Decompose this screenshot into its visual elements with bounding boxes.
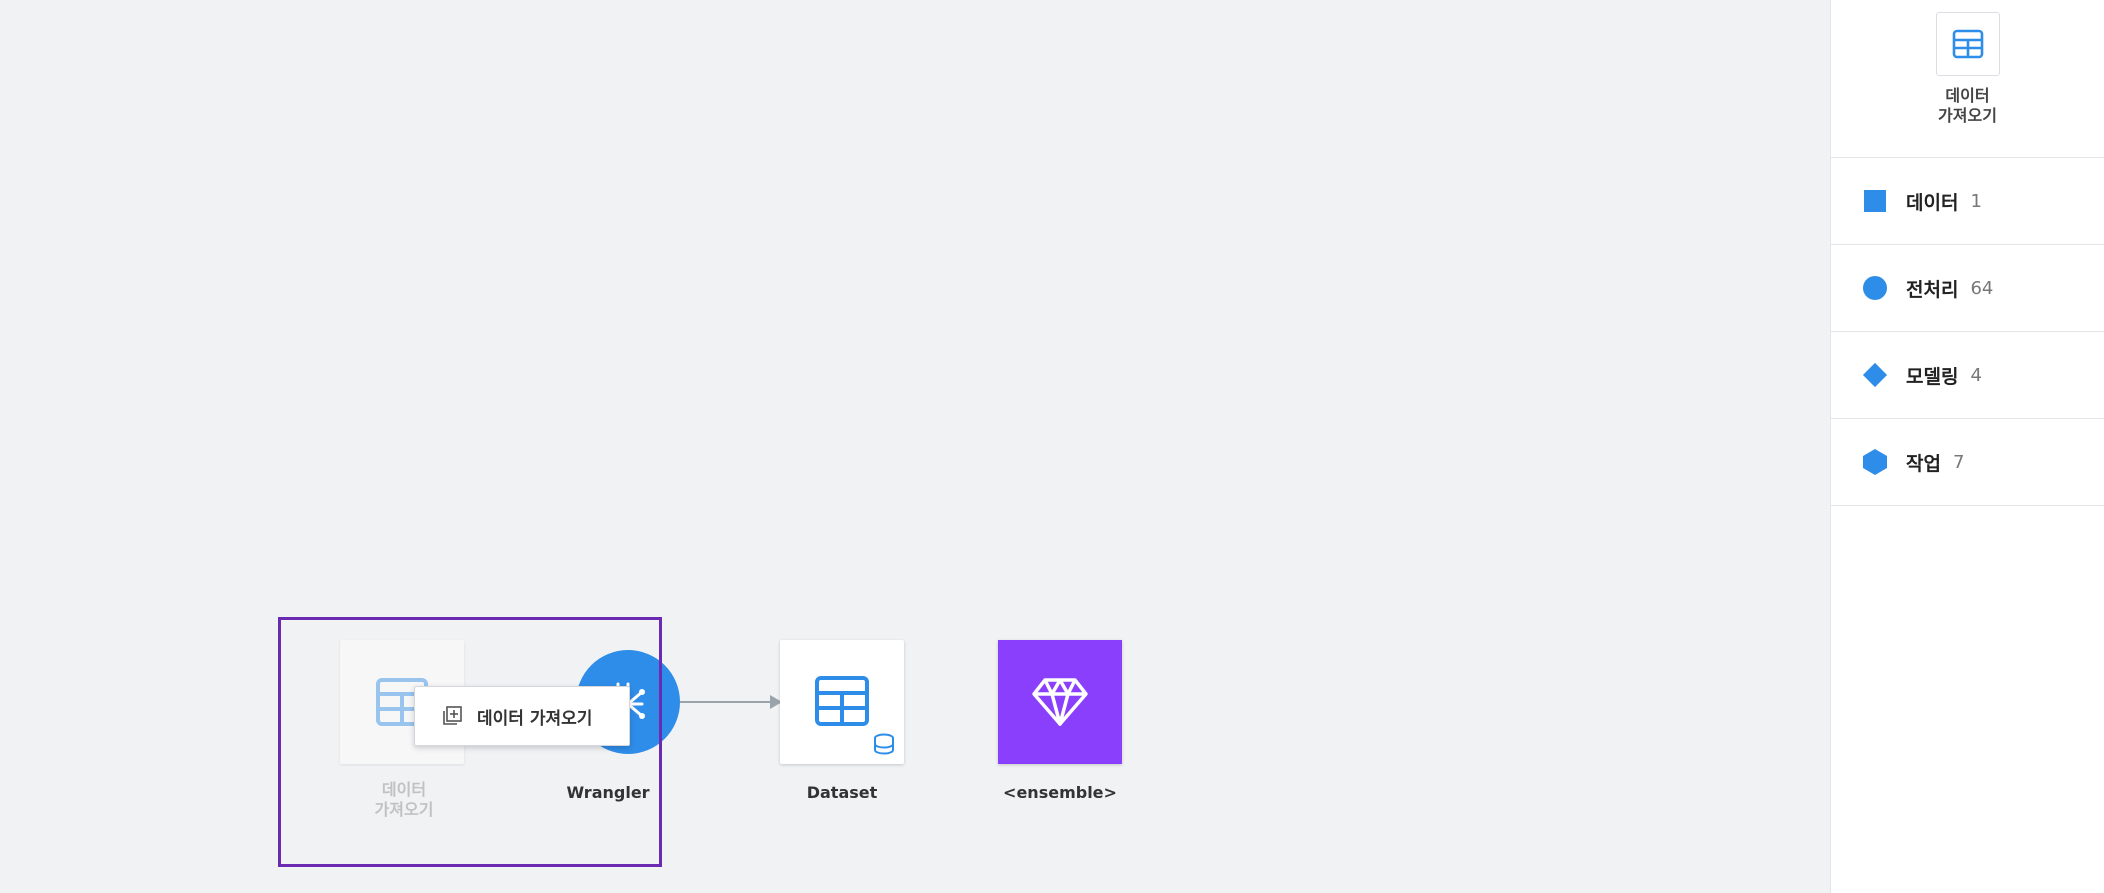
import-data-ghost-label: 데이터 가져오기 (324, 780, 484, 820)
node-palette-panel: 데이터 가져오기 데이터 1 전처리 64 모델링 4 작업 7 (1830, 0, 2104, 893)
category-count: 7 (1952, 451, 1965, 473)
category-label: 모델링 (1906, 365, 1959, 388)
hexagon-icon (1862, 449, 1888, 475)
diamond-gem-icon (1032, 678, 1088, 726)
table-icon (1952, 29, 1983, 59)
import-data-palette-button[interactable] (1935, 12, 2000, 76)
table-icon (815, 676, 869, 726)
category-data[interactable]: 데이터 1 (1831, 158, 2104, 245)
wrangler-label: Wrangler (566, 783, 650, 802)
add-copy-icon (443, 706, 462, 725)
category-task[interactable]: 작업 7 (1831, 419, 2104, 506)
tooltip-label: 데이터 가져오기 (477, 708, 593, 729)
import-ghost-label-line2: 가져오기 (374, 800, 434, 819)
import-data-palette-item: 데이터 가져오기 (1831, 0, 2104, 158)
category-label: 데이터 (1906, 191, 1959, 214)
database-icon (874, 733, 894, 755)
category-count: 1 (1970, 190, 1982, 212)
ensemble-label: <ensemble> (1003, 783, 1117, 802)
square-icon (1862, 188, 1888, 214)
import-palette-label-line2: 가져오기 (1938, 106, 1997, 125)
ensemble-node[interactable] (998, 640, 1122, 764)
dataset-node[interactable] (780, 640, 904, 764)
connector-arrow (672, 695, 782, 709)
import-palette-label-line1: 데이터 (1945, 86, 1990, 105)
category-modeling[interactable]: 모델링 4 (1831, 332, 2104, 419)
import-data-palette-label: 데이터 가져오기 (1908, 86, 2028, 126)
diamond-icon (1862, 362, 1888, 388)
category-preprocessing[interactable]: 전처리 64 (1831, 245, 2104, 332)
category-label: 작업 (1906, 452, 1941, 475)
import-ghost-label-line1: 데이터 (381, 780, 427, 799)
category-label: 전처리 (1906, 278, 1959, 301)
category-count: 4 (1970, 364, 1982, 386)
workflow-canvas[interactable]: 데이터 가져오기 Wrangler Dataset <ensemble> 데이터… (0, 0, 1830, 893)
import-data-tooltip-button[interactable]: 데이터 가져오기 (414, 686, 630, 746)
circle-icon (1862, 275, 1888, 301)
category-count: 64 (1970, 277, 1994, 299)
dataset-label: Dataset (806, 783, 878, 802)
